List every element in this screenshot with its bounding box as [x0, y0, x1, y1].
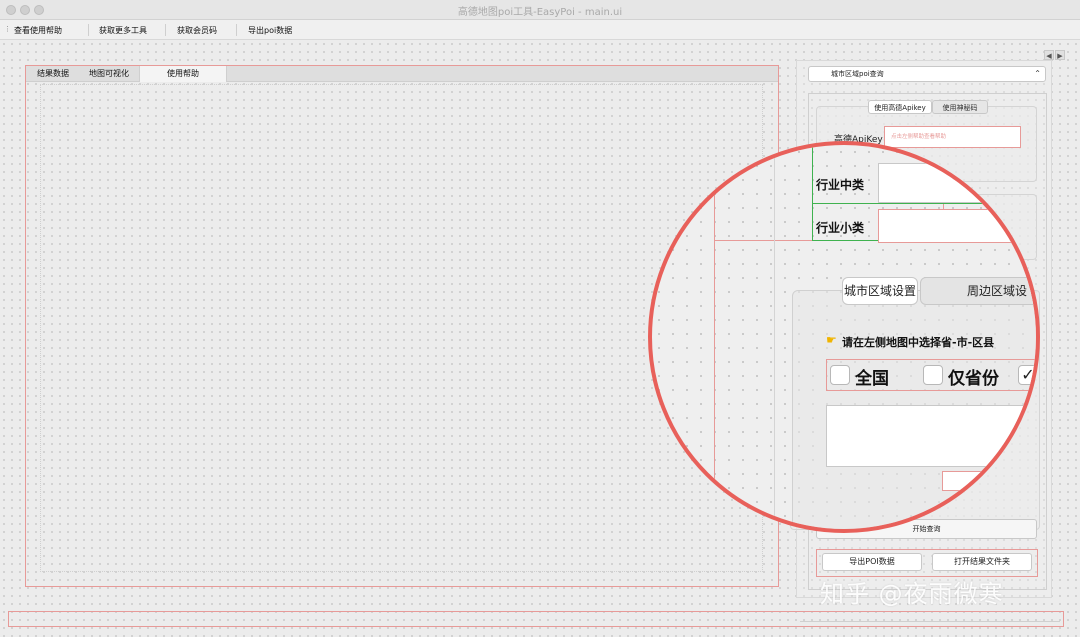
tab-secret-code[interactable]: 使用神秘码: [932, 100, 988, 114]
menu-get-more-tools[interactable]: 获取更多工具: [99, 25, 147, 36]
tab-nearby-region[interactable]: 周边区域设: [920, 277, 1040, 305]
boundary-label: 边界: [974, 475, 994, 490]
menu-grip-icon: ⋮: [4, 25, 11, 33]
pointing-hand-icon: ☛: [826, 333, 837, 347]
magnified-left-guide: [714, 141, 715, 533]
status-bar: [8, 611, 1064, 627]
menu-bar: ⋮ 查看使用帮助 获取更多工具 获取会员码 导出poi数据: [0, 20, 1080, 40]
checkbox-province-only-label: 仅省份: [948, 364, 999, 389]
tab-help[interactable]: 使用帮助: [139, 66, 227, 82]
menu-view-help[interactable]: 查看使用帮助: [14, 25, 62, 36]
menu-separator: [236, 24, 237, 36]
tab-result-data[interactable]: 结果数据: [26, 66, 80, 82]
selected-region-list[interactable]: [826, 405, 1040, 467]
select-arrows-icon: ⌃: [1034, 67, 1041, 81]
query-mode-select[interactable]: 城市区域poi查询 ⌃: [808, 66, 1046, 82]
tab-amap-apikey[interactable]: 使用高德Apikey: [868, 100, 932, 114]
splitter-right-arrow-icon[interactable]: ▶: [1055, 50, 1065, 60]
tab-map-visualization[interactable]: 地图可视化: [80, 66, 138, 82]
dropdown-arrow-icon[interactable]: ▼: [1019, 233, 1026, 243]
magnified-divider: [774, 141, 775, 533]
left-tab-bar: 结果数据 地图可视化 使用帮助: [26, 66, 778, 82]
magnifier-overlay: 行业中类 行业小类 ▼ 城市区域设置 周边区域设 ☛ 请在左侧地图中选择省-市-…: [648, 141, 1040, 533]
status-divider: [800, 621, 1060, 622]
open-result-folder-button[interactable]: 打开结果文件夹: [932, 553, 1032, 571]
tab-city-region[interactable]: 城市区域设置: [842, 277, 918, 305]
menu-separator: [165, 24, 166, 36]
magnified-green-guide: [812, 203, 1040, 204]
magnified-spacer: [830, 495, 930, 533]
title-bar: 高德地图poi工具-EasyPoi - main.ui: [0, 0, 1080, 20]
industry-mid-input[interactable]: [878, 163, 1040, 203]
splitter-left-arrow-icon[interactable]: ◀: [1044, 50, 1054, 60]
industry-mid-label: 行业中类: [816, 176, 864, 193]
region-hint: 请在左侧地图中选择省-市-区县: [842, 334, 994, 350]
checkbox-nationwide-label: 全国: [855, 364, 889, 389]
export-poi-button[interactable]: 导出POI数据: [822, 553, 922, 571]
checkbox-province-only[interactable]: [923, 365, 943, 385]
query-mode-value: 城市区域poi查询: [831, 70, 884, 78]
watermark: 知乎 @夜雨微寒: [820, 574, 1004, 609]
menu-get-member-code[interactable]: 获取会员码: [177, 25, 217, 36]
checkbox-checked-icon[interactable]: ✓: [1018, 365, 1038, 385]
menu-export-poi[interactable]: 导出poi数据: [248, 25, 292, 36]
window-title: 高德地图poi工具-EasyPoi - main.ui: [0, 3, 1080, 18]
checkbox-nationwide[interactable]: [830, 365, 850, 385]
menu-separator: [88, 24, 89, 36]
magnified-green-guide: [812, 141, 813, 241]
industry-small-input[interactable]: [878, 209, 1030, 243]
industry-small-label: 行业小类: [816, 219, 864, 236]
